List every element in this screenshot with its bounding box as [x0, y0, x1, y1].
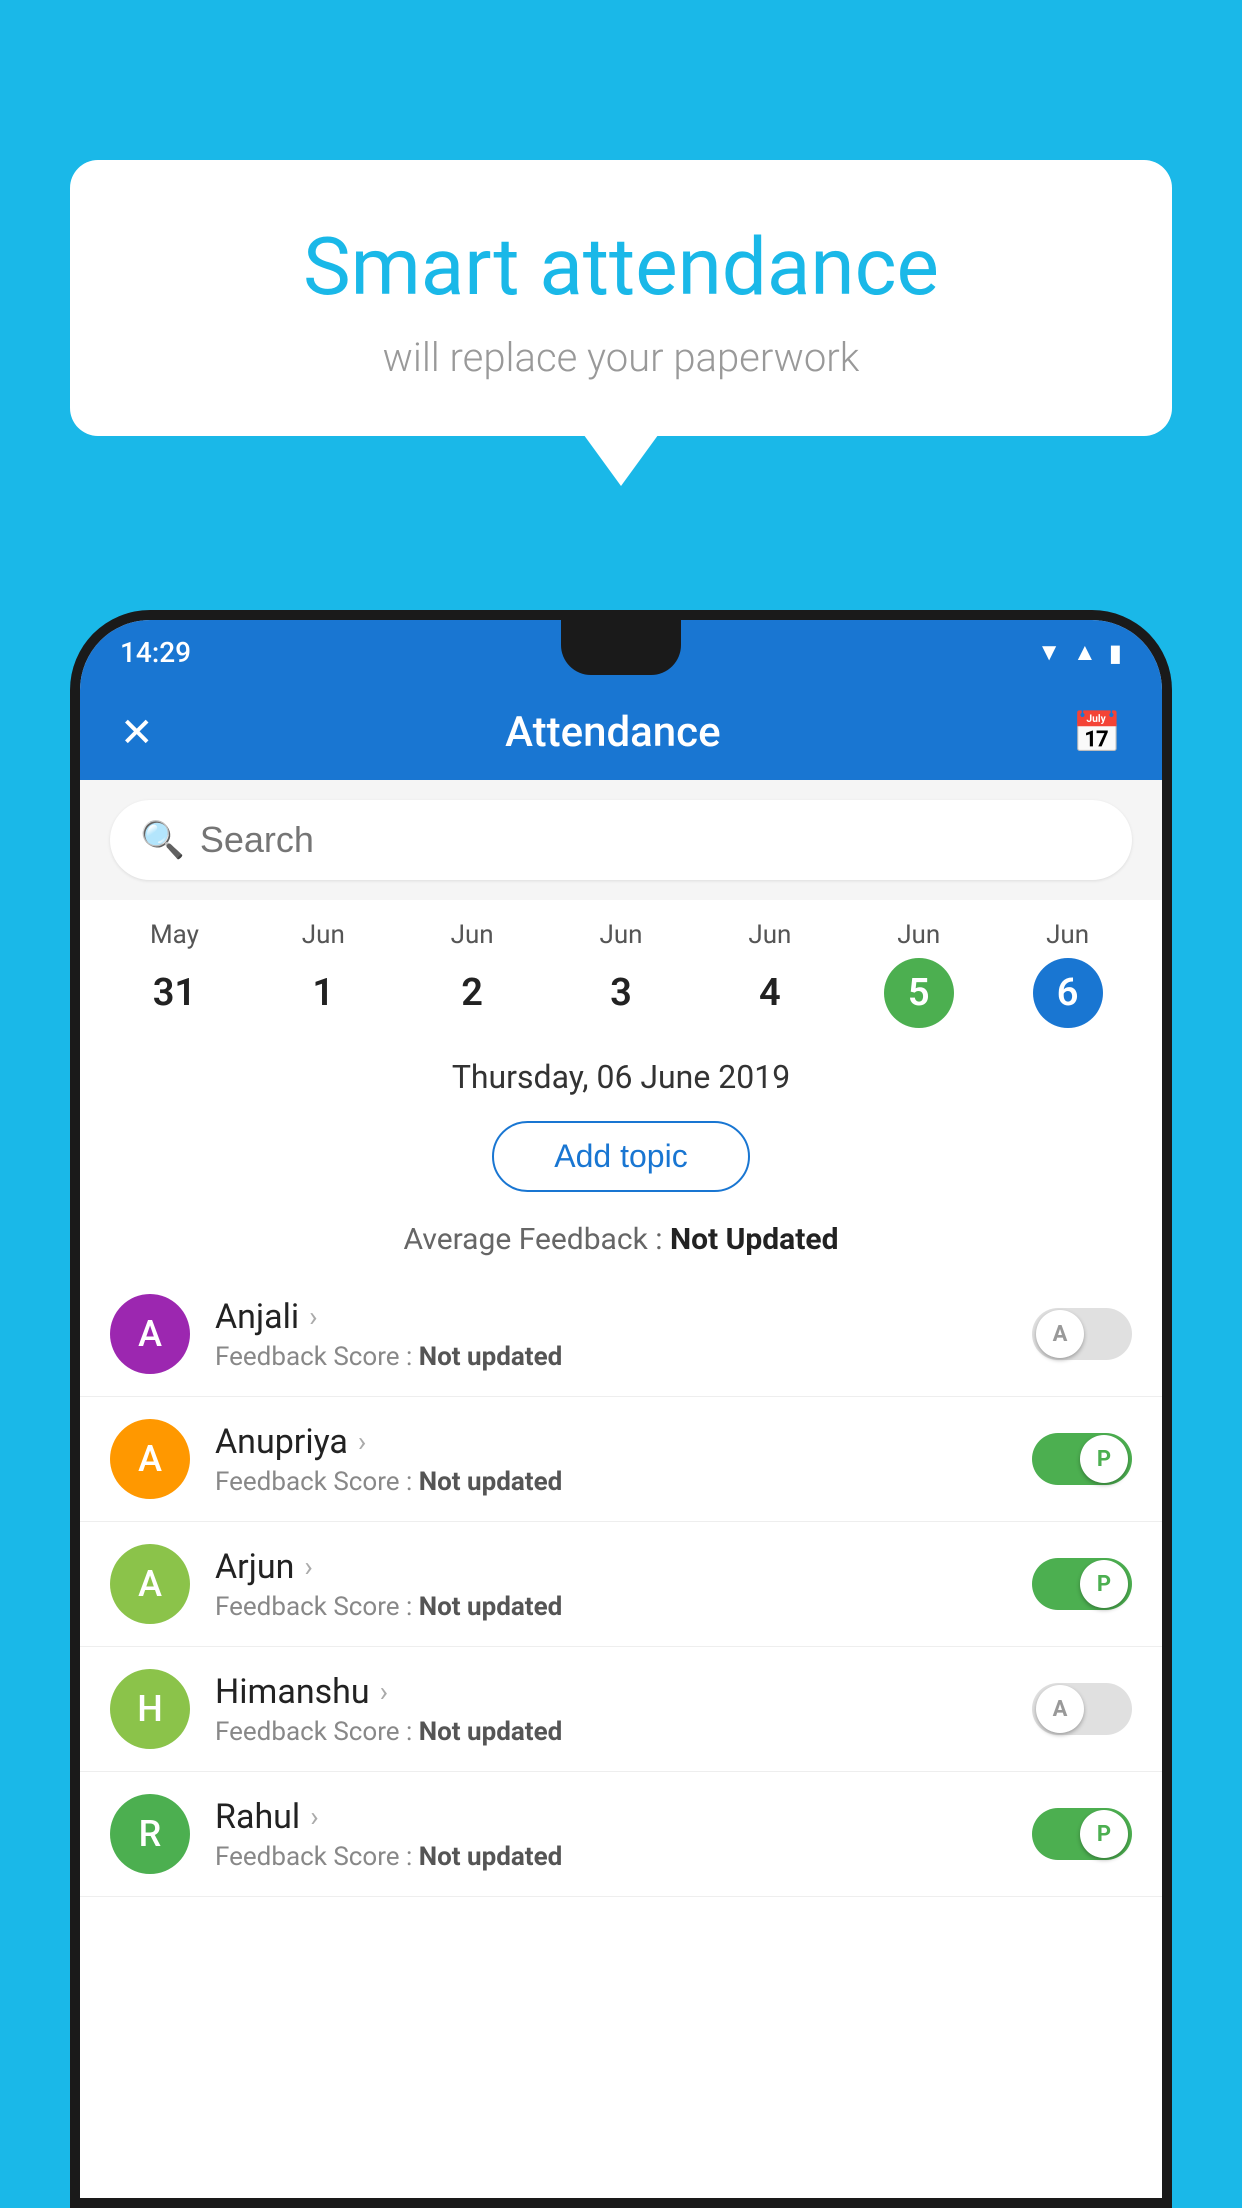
search-bar-container: 🔍 — [80, 780, 1162, 900]
student-row-3[interactable]: H Himanshu › Feedback Score : Not updatedA — [80, 1647, 1162, 1772]
battery-icon: ▮ — [1109, 639, 1122, 667]
student-row-2[interactable]: A Arjun › Feedback Score : Not updatedP — [80, 1522, 1162, 1647]
date-info: Thursday, 06 June 2019 — [80, 1038, 1162, 1106]
search-bar[interactable]: 🔍 — [110, 800, 1132, 880]
selected-date: Thursday, 06 June 2019 — [452, 1058, 790, 1096]
calendar-icon[interactable]: 📅 — [1072, 709, 1122, 756]
student-name-0: Anjali › — [215, 1297, 1032, 1337]
feedback-score-4: Feedback Score : Not updated — [215, 1842, 1032, 1872]
student-row-0[interactable]: AAnjali ›Feedback Score : Not updatedA — [80, 1272, 1162, 1397]
student-row-4[interactable]: R Rahul › Feedback Score : Not updatedP — [80, 1772, 1162, 1897]
subtext: will replace your paperwork — [150, 334, 1092, 381]
avatar-2: A — [110, 1544, 190, 1624]
add-topic-button[interactable]: Add topic — [492, 1121, 749, 1192]
speech-bubble: Smart attendance will replace your paper… — [70, 160, 1172, 436]
phone-notch — [561, 620, 681, 675]
calendar-day-4[interactable]: Jun4 — [695, 920, 844, 1028]
toggle-4[interactable]: P — [1032, 1808, 1132, 1860]
calendar-day-1[interactable]: Jun1 — [249, 920, 398, 1028]
headline: Smart attendance — [150, 220, 1092, 314]
student-row-1[interactable]: A Anupriya › Feedback Score : Not updatedP — [80, 1397, 1162, 1522]
avatar-1: A — [110, 1419, 190, 1499]
search-icon: 🔍 — [140, 819, 185, 861]
toggle-1[interactable]: P — [1032, 1433, 1132, 1485]
app-bar-title: Attendance — [505, 708, 720, 757]
calendar-day-3[interactable]: Jun3 — [547, 920, 696, 1028]
toggle-2[interactable]: P — [1032, 1558, 1132, 1610]
feedback-score-2: Feedback Score : Not updated — [215, 1592, 1032, 1622]
student-name-3: Himanshu › — [215, 1672, 1032, 1712]
search-input[interactable] — [200, 819, 1102, 861]
avatar-4: R — [110, 1794, 190, 1874]
feedback-score-0: Feedback Score : Not updated — [215, 1342, 1032, 1372]
wifi-icon: ▼ — [1037, 638, 1061, 667]
app-bar: ✕ Attendance 📅 — [80, 685, 1162, 780]
status-time: 14:29 — [120, 636, 191, 669]
student-name-2: Arjun › — [215, 1547, 1032, 1587]
phone-frame: 14:29 ▼ ▲ ▮ ✕ Attendance 📅 🔍 May31Jun1Ju… — [70, 610, 1172, 2208]
avatar-3: H — [110, 1669, 190, 1749]
student-name-4: Rahul › — [215, 1797, 1032, 1837]
average-feedback: Average Feedback : Not Updated — [80, 1217, 1162, 1272]
calendar-day-0[interactable]: May31 — [100, 920, 249, 1028]
feedback-score-3: Feedback Score : Not updated — [215, 1717, 1032, 1747]
student-list: AAnjali ›Feedback Score : Not updatedAAA… — [80, 1272, 1162, 1897]
feedback-value: Not Updated — [670, 1222, 839, 1257]
calendar-strip: May31Jun1Jun2Jun3Jun4Jun5Jun6 — [80, 900, 1162, 1038]
calendar-day-2[interactable]: Jun2 — [398, 920, 547, 1028]
calendar-day-6[interactable]: Jun6 — [993, 920, 1142, 1028]
avatar-0: A — [110, 1294, 190, 1374]
toggle-3[interactable]: A — [1032, 1683, 1132, 1735]
feedback-label: Average Feedback : — [404, 1222, 670, 1257]
calendar-day-5[interactable]: Jun5 — [844, 920, 993, 1028]
signal-icon: ▲ — [1073, 638, 1097, 667]
status-icons: ▼ ▲ ▮ — [1037, 638, 1122, 667]
student-name-1: Anupriya › — [215, 1422, 1032, 1462]
toggle-0[interactable]: A — [1032, 1308, 1132, 1360]
close-icon[interactable]: ✕ — [120, 709, 154, 756]
feedback-score-1: Feedback Score : Not updated — [215, 1467, 1032, 1497]
